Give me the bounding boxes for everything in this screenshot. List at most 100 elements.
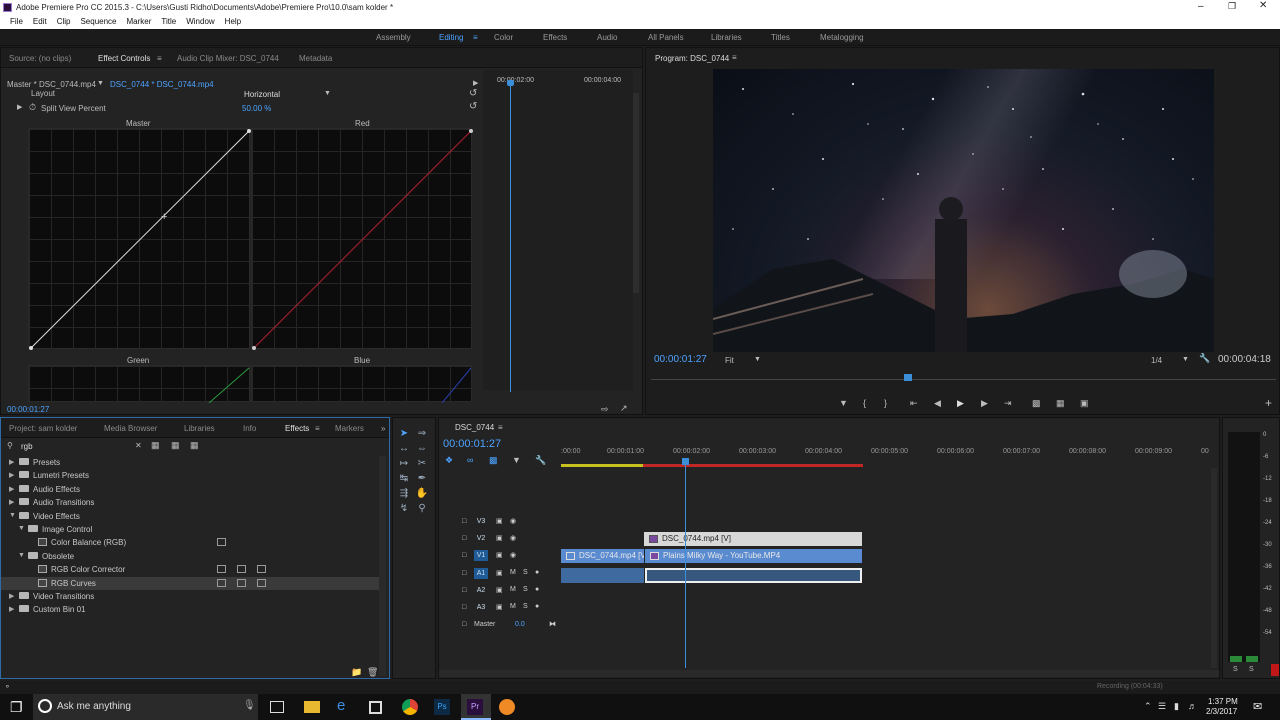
track-lock-icon[interactable]: □ — [462, 587, 466, 594]
extract-icon[interactable]: ▦ — [1056, 398, 1065, 409]
timeline-playhead[interactable] — [685, 462, 686, 668]
microphone-icon[interactable]: ● — [535, 586, 539, 593]
expand-icon[interactable]: ▶ — [17, 103, 22, 111]
effects-tree-item[interactable]: ▶ Custom Bin 01 — [1, 603, 381, 616]
workspace-titles[interactable]: Titles — [771, 33, 790, 42]
chrome-icon[interactable] — [402, 699, 418, 715]
ec-filter-icon[interactable]: ⇨ — [601, 404, 609, 415]
effects-tree-item[interactable]: ▶ Presets — [1, 456, 381, 469]
effects-tree-item[interactable]: RGB Color Corrector — [1, 563, 381, 576]
mute-button[interactable]: M — [510, 586, 516, 593]
microphone-icon[interactable]: ● — [535, 603, 539, 610]
workspace-metalogging[interactable]: Metalogging — [820, 33, 864, 42]
more-tabs-icon[interactable]: » — [381, 424, 385, 433]
mark-out-icon[interactable]: } — [884, 398, 887, 408]
ec-export-icon[interactable]: ↗ — [620, 403, 628, 414]
maximize-icon[interactable]: ❐ — [1228, 1, 1236, 12]
solo-left[interactable]: S — [1233, 666, 1238, 673]
menu-file[interactable]: File — [10, 17, 23, 26]
ripple-edit-tool-icon[interactable]: ↔ — [397, 443, 411, 454]
effects-tree-item[interactable]: ▼ Obsolete — [1, 550, 381, 563]
track-lock-icon[interactable]: □ — [462, 518, 466, 525]
sync-lock-icon[interactable]: ▣ — [496, 551, 503, 559]
add-marker-icon[interactable]: ▼ — [839, 398, 848, 408]
sync-lock-icon[interactable]: ▣ — [496, 517, 503, 525]
layout-dropdown-icon[interactable]: ▼ — [324, 90, 331, 97]
menu-title[interactable]: Title — [161, 17, 176, 26]
ec-playhead[interactable] — [510, 82, 511, 392]
master-lock-icon[interactable]: □ — [462, 621, 466, 628]
tray-battery-icon[interactable]: ▮ — [1174, 701, 1179, 712]
notifications-icon[interactable]: ✉ — [1253, 700, 1262, 713]
effects-tree-item[interactable]: ▶ Audio Effects — [1, 483, 381, 496]
menu-edit[interactable]: Edit — [33, 17, 47, 26]
clip-v1-b[interactable]: Plains Milky Way - YouTube.MP4 — [645, 549, 862, 563]
sync-lock-icon[interactable]: ▣ — [496, 603, 503, 611]
reset-layout-icon[interactable]: ↺ — [469, 88, 477, 99]
clip-v2[interactable]: DSC_0744.mp4 [V] — [644, 532, 862, 546]
tab-info[interactable]: Info — [243, 424, 256, 433]
menu-clip[interactable]: Clip — [57, 17, 71, 26]
razor-tool-icon[interactable]: ✂ — [415, 458, 429, 469]
effects-tree-item[interactable]: ▼ Image Control — [1, 523, 381, 536]
panel-menu-icon[interactable]: ≡ — [157, 54, 162, 63]
track-name-a2[interactable]: A2 — [474, 585, 488, 596]
solo-right[interactable]: S — [1249, 666, 1254, 673]
tab-source[interactable]: Source: (no clips) — [9, 54, 71, 63]
tray-network-icon[interactable]: ☰ — [1158, 701, 1166, 712]
workspace-assembly[interactable]: Assembly — [376, 33, 411, 42]
collapse-icon[interactable]: ▼ — [18, 525, 25, 532]
track-lock-icon[interactable]: □ — [462, 570, 466, 577]
slip-tool-icon[interactable]: ↹ — [397, 473, 411, 484]
insert-sequence-icon[interactable]: ▩ — [489, 455, 498, 466]
play-icon[interactable]: ▶ — [957, 398, 964, 409]
go-to-out-icon[interactable]: ⇥ — [1004, 398, 1012, 409]
track-name-v1[interactable]: V1 — [474, 550, 488, 561]
mute-button[interactable]: M — [510, 569, 516, 576]
timeline-playhead-handle[interactable] — [682, 458, 689, 465]
expand-icon[interactable]: ▶ — [9, 485, 14, 493]
timeline-ruler[interactable]: :00:00 00:00:01:00 00:00:02:00 00:00:03:00 0… — [561, 442, 1211, 464]
zoom-tool-icon[interactable]: ⚲ — [415, 503, 429, 514]
reset-icon[interactable]: ↺ — [469, 101, 477, 112]
timeline-timecode[interactable]: 00:00:01:27 — [443, 438, 501, 450]
tab-libraries[interactable]: Libraries — [184, 424, 215, 433]
master-keyframe-icon[interactable]: ⧓ — [549, 620, 556, 628]
hand-tool-icon[interactable]: ✋ — [415, 488, 429, 499]
layout-value[interactable]: Horizontal — [244, 90, 280, 99]
master-curve-graph[interactable]: + — [28, 128, 251, 350]
program-playhead[interactable] — [904, 374, 912, 381]
effects-tree-item[interactable]: Color Balance (RGB) — [1, 536, 381, 549]
tray-time[interactable]: 1:37 PM — [1208, 697, 1238, 706]
tab-media-browser[interactable]: Media Browser — [104, 424, 157, 433]
green-curve-graph[interactable] — [28, 365, 250, 403]
menu-marker[interactable]: Marker — [127, 17, 152, 26]
effects-menu-icon[interactable]: ≡ — [315, 424, 320, 433]
effects-search-input[interactable]: ⚲ rgb ✕ — [5, 439, 145, 453]
sequence-tab[interactable]: DSC_0744 — [455, 423, 494, 432]
track-name-a1[interactable]: A1 — [474, 568, 488, 579]
clip-a1-b[interactable] — [645, 568, 862, 583]
mark-in-icon[interactable]: { — [863, 398, 866, 408]
stopwatch-icon[interactable]: ⏱ — [29, 102, 36, 113]
program-timecode[interactable]: 00:00:01:27 — [654, 354, 707, 365]
selection-tool-icon[interactable]: ➤ — [397, 428, 411, 439]
tray-chevron-icon[interactable]: ⌃ — [1144, 701, 1152, 712]
minimize-icon[interactable]: – — [1198, 1, 1204, 12]
ec-playhead-handle[interactable] — [507, 80, 514, 86]
timeline-settings-icon[interactable]: 🔧 — [535, 455, 546, 466]
workspace-color[interactable]: Color — [494, 33, 513, 42]
effects-scrollbar[interactable] — [379, 456, 386, 676]
collapse-icon[interactable]: ▼ — [18, 552, 25, 559]
sync-lock-icon[interactable]: ▣ — [496, 586, 503, 594]
clip-a1-a[interactable] — [561, 568, 644, 583]
snap-icon[interactable]: ❖ — [445, 455, 453, 466]
tray-volume-icon[interactable]: ♬ — [1188, 701, 1197, 711]
store-icon[interactable] — [369, 701, 382, 714]
menu-sequence[interactable]: Sequence — [80, 17, 116, 26]
workspace-audio[interactable]: Audio — [597, 33, 617, 42]
rate-stretch-tool-icon[interactable]: ↦ — [397, 458, 411, 469]
mute-button[interactable]: M — [510, 603, 516, 610]
blue-curve-graph[interactable] — [251, 365, 472, 403]
effects-tree-item[interactable]: RGB Curves — [1, 576, 381, 590]
